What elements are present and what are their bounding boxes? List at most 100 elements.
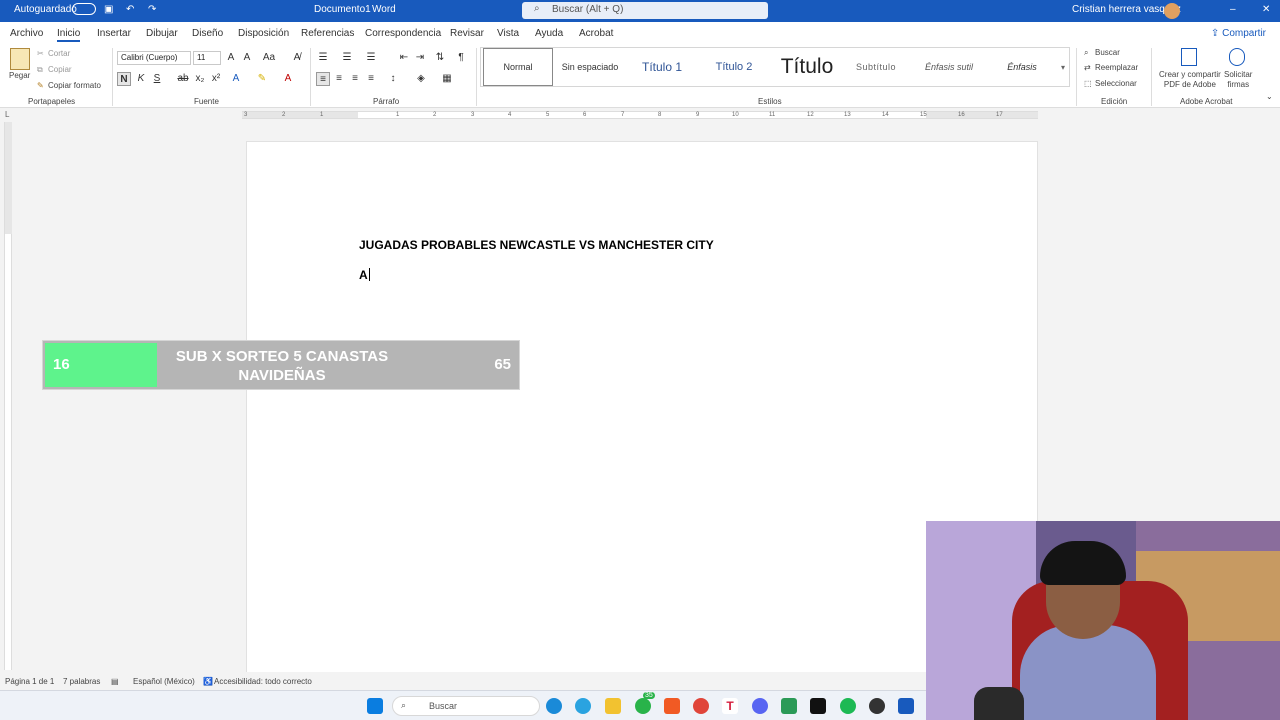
format-painter-button[interactable]: Copiar formato (48, 81, 101, 90)
save-icon[interactable]: ▣ (104, 4, 113, 15)
redo-icon[interactable]: ↷ (148, 4, 156, 15)
tab-dibujar[interactable]: Dibujar (146, 28, 178, 39)
style-sin-espaciado[interactable]: Sin espaciado (555, 48, 625, 86)
align-right-icon[interactable]: ≡ (348, 72, 362, 86)
style-titulo[interactable]: Título (771, 48, 843, 86)
style-enfasis-sutil[interactable]: Énfasis sutil (909, 48, 989, 86)
increase-indent-icon[interactable]: ⇥ (413, 51, 427, 65)
proofing-icon[interactable]: ▤ (111, 677, 119, 686)
word-icon[interactable] (898, 698, 914, 714)
select-button[interactable]: Seleccionar (1095, 79, 1137, 88)
text-effects-icon[interactable]: A (229, 72, 243, 86)
tab-referencias[interactable]: Referencias (301, 28, 354, 39)
style-titulo-2[interactable]: Título 2 (699, 48, 769, 86)
line-spacing-icon[interactable]: ↕ (386, 72, 400, 86)
close-icon[interactable]: ✕ (1262, 4, 1270, 15)
tab-archivo[interactable]: Archivo (10, 28, 43, 39)
tab-acrobat[interactable]: Acrobat (579, 28, 613, 39)
language-indicator[interactable]: Español (México) (133, 677, 195, 686)
calculator-icon[interactable] (781, 698, 797, 714)
paste-icon[interactable] (10, 48, 30, 70)
brave-icon[interactable] (664, 698, 680, 714)
pdf-share-icon[interactable] (1181, 48, 1197, 66)
share-button[interactable]: ⇪ Compartir (1211, 28, 1266, 39)
change-case-icon[interactable]: Aa (262, 51, 276, 65)
tab-inicio[interactable]: Inicio (57, 28, 81, 42)
replace-button[interactable]: Reemplazar (1095, 63, 1138, 72)
borders-icon[interactable]: ▦ (440, 72, 454, 86)
tab-correspondencia[interactable]: Correspondencia (365, 28, 441, 39)
minimize-icon[interactable]: – (1230, 4, 1236, 15)
align-left-icon[interactable]: ≡ (316, 72, 330, 86)
chrome-icon[interactable] (693, 698, 709, 714)
request-signatures-button[interactable]: Solicitar firmas (1224, 70, 1252, 90)
tab-selector-icon[interactable]: L (5, 110, 9, 119)
copy-icon[interactable]: ⧉ (37, 65, 43, 75)
document-line[interactable]: A (359, 268, 370, 282)
edge-icon[interactable] (546, 698, 562, 714)
discord-icon[interactable] (752, 698, 768, 714)
decrease-indent-icon[interactable]: ⇤ (397, 51, 411, 65)
italic-button[interactable]: K (134, 72, 148, 86)
copy-button[interactable]: Copiar (48, 65, 72, 74)
shading-icon[interactable]: ◈ (414, 72, 428, 86)
obs-icon[interactable] (869, 698, 885, 714)
vertical-ruler[interactable] (2, 122, 14, 670)
tab-diseno[interactable]: Diseño (192, 28, 223, 39)
typora-icon[interactable]: T (722, 698, 738, 714)
spotify-icon[interactable] (840, 698, 856, 714)
cut-button[interactable]: Cortar (48, 49, 70, 58)
style-titulo-1[interactable]: Título 1 (627, 48, 697, 86)
autosave-toggle[interactable] (72, 3, 96, 15)
font-family-select[interactable]: Calibri (Cuerpo) (117, 51, 191, 65)
find-button[interactable]: Buscar (1095, 48, 1120, 57)
paste-button[interactable]: Pegar (9, 71, 30, 80)
ruler-track[interactable]: 3 2 1 1 2 3 4 5 6 7 8 9 10 11 12 13 14 1… (242, 111, 1038, 119)
format-painter-icon[interactable]: ✎ (37, 81, 44, 90)
capcut-icon[interactable] (810, 698, 826, 714)
style-normal[interactable]: Normal (483, 48, 553, 86)
sort-icon[interactable]: ⇅ (433, 51, 447, 65)
font-size-select[interactable]: 11 (193, 51, 221, 65)
underline-button[interactable]: S (150, 72, 164, 86)
align-center-icon[interactable]: ≡ (332, 72, 346, 86)
bullets-icon[interactable]: ☰ (316, 51, 330, 65)
tab-disposicion[interactable]: Disposición (238, 28, 289, 39)
whatsapp-icon[interactable] (635, 698, 651, 714)
superscript-button[interactable]: x² (209, 72, 223, 86)
tab-ayuda[interactable]: Ayuda (535, 28, 563, 39)
select-icon[interactable]: ⬚ (1084, 79, 1092, 88)
accessibility-status[interactable]: Accesibilidad: todo correcto (214, 677, 312, 686)
multilevel-list-icon[interactable]: ☰ (364, 51, 378, 65)
request-signatures-icon[interactable] (1229, 48, 1245, 66)
search-box[interactable]: ⌕ Buscar (Alt + Q) (522, 2, 768, 19)
font-color-icon[interactable]: A (281, 72, 295, 86)
styles-scroll-icon[interactable]: ▾ (1057, 48, 1069, 86)
taskbar-search[interactable]: ⌕ Buscar (392, 696, 540, 716)
replace-icon[interactable]: ⇄ (1084, 63, 1091, 72)
style-enfasis[interactable]: Énfasis (989, 48, 1055, 86)
tab-revisar[interactable]: Revisar (450, 28, 484, 39)
collapse-ribbon-icon[interactable]: ⌄ (1266, 92, 1273, 101)
cut-icon[interactable]: ✂ (37, 49, 44, 58)
telegram-icon[interactable] (575, 698, 591, 714)
tab-vista[interactable]: Vista (497, 28, 519, 39)
shrink-font-icon[interactable]: A (240, 51, 254, 65)
clear-format-icon[interactable]: A̸ (290, 51, 304, 65)
file-explorer-icon[interactable] (605, 698, 621, 714)
find-icon[interactable]: ⌕ (1084, 48, 1088, 58)
undo-icon[interactable]: ↶ (126, 4, 134, 15)
subscript-button[interactable]: x₂ (193, 72, 207, 86)
justify-icon[interactable]: ≡ (364, 72, 378, 86)
windows-start-icon[interactable] (367, 698, 383, 714)
bold-button[interactable]: N (117, 72, 131, 86)
numbering-icon[interactable]: ☰ (340, 51, 354, 65)
strikethrough-button[interactable]: ab (176, 72, 190, 86)
pilcrow-icon[interactable]: ¶ (454, 51, 468, 65)
document-heading[interactable]: JUGADAS PROBABLES NEWCASTLE VS MANCHESTE… (359, 238, 714, 252)
page-count[interactable]: Página 1 de 1 (5, 677, 54, 686)
grow-font-icon[interactable]: A (224, 51, 238, 65)
word-count[interactable]: 7 palabras (63, 677, 100, 686)
highlight-icon[interactable]: ✎ (255, 72, 269, 86)
document-page[interactable]: JUGADAS PROBABLES NEWCASTLE VS MANCHESTE… (246, 141, 1038, 681)
